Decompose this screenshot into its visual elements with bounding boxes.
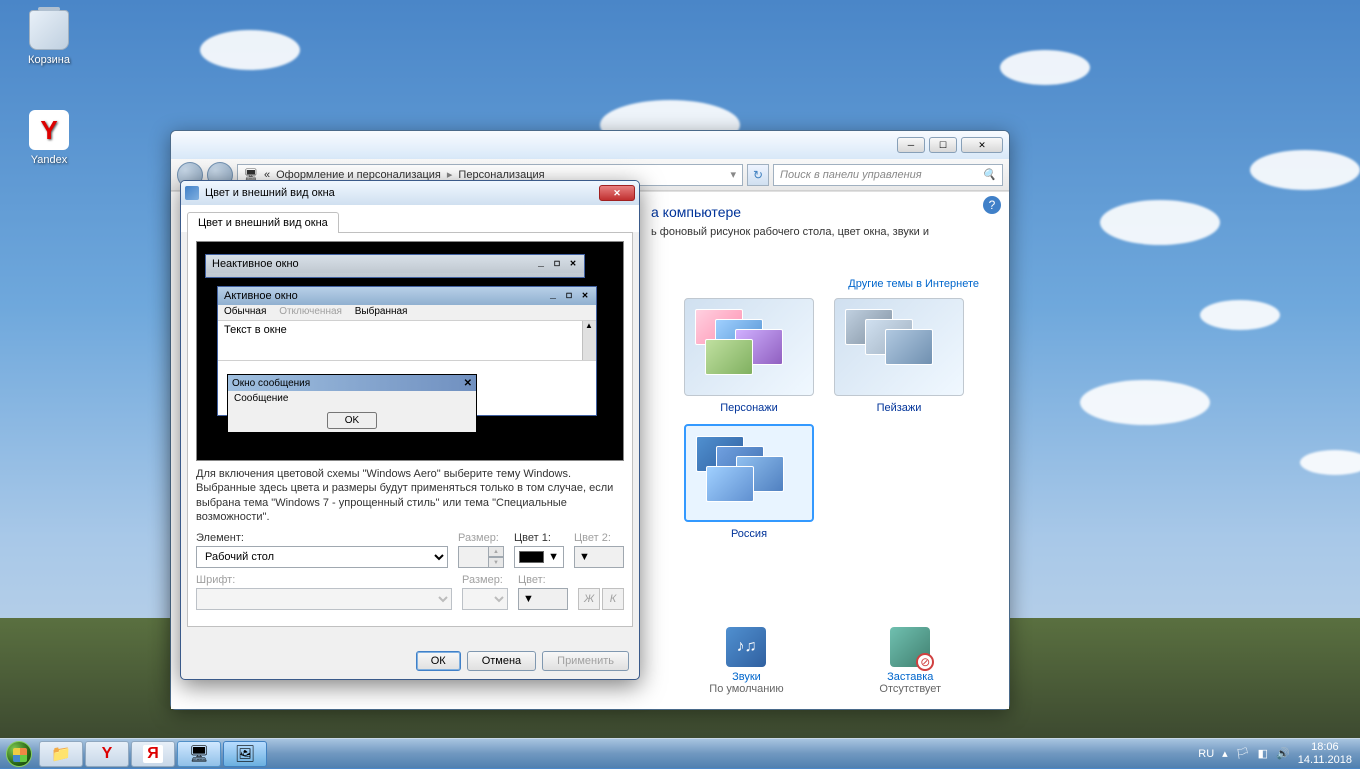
dialog-content: Неактивное окно _ ☐ ✕ Активное окно _ ☐ …	[187, 232, 633, 627]
yandex-icon: Y	[29, 110, 69, 150]
window-controls-icon: _ ☐ ✕	[550, 290, 590, 302]
search-icon: 🔍	[982, 168, 996, 181]
category-screensaver[interactable]: ⊘ Заставка Отсутствует	[879, 627, 941, 695]
preview-messagebox: Окно сообщения ✕ Сообщение OK	[227, 374, 477, 433]
theme-tile[interactable]: Персонажи	[681, 298, 817, 414]
recycle-bin-icon	[29, 10, 69, 50]
note-text: Для включения цветовой схемы "Windows Ae…	[196, 467, 624, 524]
theme-tile-selected[interactable]: Россия	[681, 424, 817, 540]
element-select[interactable]: Рабочий стол	[196, 546, 448, 568]
folder-icon: 📁	[51, 744, 71, 764]
dialog-titlebar[interactable]: Цвет и внешний вид окна ✕	[181, 181, 639, 205]
color1-label: Цвет 1:	[514, 532, 564, 544]
yandex-icon: Я	[143, 745, 163, 763]
page-subheading: ь фоновый рисунок рабочего стола, цвет о…	[651, 226, 989, 238]
breadcrumb-back: «	[264, 169, 270, 181]
taskbar-pinned-yandex[interactable]: Y	[85, 741, 129, 767]
close-button[interactable]: ✕	[961, 137, 1003, 153]
taskbar: 📁 Y Я 🖥 🖼 RU ▴ 🏳 ◧ 🔊 18:06 14.11.2018	[0, 738, 1360, 768]
close-icon: ✕	[464, 378, 472, 389]
fontcolor-select: ▼	[518, 588, 568, 610]
fontcolor-label: Цвет:	[518, 574, 568, 586]
preview-msgbox-ok: OK	[327, 412, 377, 429]
ok-button[interactable]: ОК	[416, 651, 461, 671]
refresh-button[interactable]: ↻	[747, 164, 769, 186]
network-icon[interactable]: ◧	[1258, 747, 1268, 760]
dialog-title: Цвет и внешний вид окна	[205, 187, 599, 199]
help-icon[interactable]: ?	[983, 196, 1001, 214]
windows-logo-icon	[6, 741, 32, 767]
dropdown-icon[interactable]: ▾	[730, 168, 736, 181]
controlpanel-icon: 🖥	[189, 744, 209, 764]
desktop-icon-label: Корзина	[14, 54, 84, 66]
italic-button: К	[602, 588, 624, 610]
theme-label: Персонажи	[681, 402, 817, 414]
system-tray: RU ▴ 🏳 ◧ 🔊 18:06 14.11.2018	[1190, 741, 1360, 765]
tab-appearance[interactable]: Цвет и внешний вид окна	[187, 212, 339, 233]
close-button[interactable]: ✕	[599, 185, 635, 201]
size-stepper: ▲▼	[458, 546, 504, 568]
minimize-button[interactable]: ─	[897, 137, 925, 153]
desktop-icon-recycle-bin[interactable]: Корзина	[14, 10, 84, 66]
desktop-icon-label: Yandex	[14, 154, 84, 166]
window-controls-icon: _ ☐ ✕	[538, 258, 578, 270]
preview-inactive-window: Неактивное окно _ ☐ ✕	[205, 254, 585, 278]
breadcrumb-item[interactable]: Оформление и персонализация	[276, 169, 441, 181]
search-input[interactable]: Поиск в панели управления 🔍	[773, 164, 1003, 186]
preview-active-title: Активное окно	[224, 290, 298, 302]
element-label: Элемент:	[196, 532, 448, 544]
font-select	[196, 588, 452, 610]
bold-button: Ж	[578, 588, 600, 610]
fontsize-label: Размер:	[462, 574, 508, 586]
display-icon: 🖼	[235, 744, 255, 764]
window-titlebar[interactable]: ─ ☐ ✕	[171, 131, 1009, 159]
preview-msgbox-title: Окно сообщения	[232, 378, 310, 389]
preview-inactive-title: Неактивное окно	[212, 258, 299, 270]
breadcrumb-item[interactable]: Персонализация	[458, 169, 544, 181]
fontsize-select	[462, 588, 508, 610]
maximize-button[interactable]: ☐	[929, 137, 957, 153]
yandex-icon: Y	[102, 745, 113, 763]
category-sounds[interactable]: ♪♫ Звуки По умолчанию	[709, 627, 783, 695]
clock[interactable]: 18:06 14.11.2018	[1298, 741, 1352, 765]
taskbar-pinned-explorer[interactable]: 📁	[39, 741, 83, 767]
cancel-button[interactable]: Отмена	[467, 651, 536, 671]
volume-icon[interactable]: 🔊	[1276, 747, 1290, 760]
desktop-icon-yandex[interactable]: Y Yandex	[14, 110, 84, 166]
theme-label: Пейзажи	[831, 402, 967, 414]
flag-icon[interactable]: 🏳	[1236, 747, 1250, 760]
theme-label: Россия	[681, 528, 817, 540]
more-themes-link[interactable]: Другие темы в Интернете	[651, 278, 989, 290]
theme-tile[interactable]: Пейзажи	[831, 298, 967, 414]
preview-msgbox-body: Сообщение	[228, 391, 476, 407]
scrollbar-icon	[582, 321, 596, 360]
appearance-dialog: Цвет и внешний вид окна ✕ Цвет и внешний…	[180, 180, 640, 680]
taskbar-app-controlpanel[interactable]: 🖥	[177, 741, 221, 767]
color2-label: Цвет 2:	[574, 532, 624, 544]
preview-menu: Обычная Отключенная Выбранная	[218, 305, 596, 321]
color2-select: ▼	[574, 546, 624, 568]
size-label: Размер:	[458, 532, 504, 544]
preview-textarea: Текст в окне	[218, 321, 596, 361]
dialog-icon	[185, 186, 199, 200]
lang-indicator[interactable]: RU	[1198, 748, 1214, 760]
sounds-icon: ♪♫	[726, 627, 766, 667]
apply-button[interactable]: Применить	[542, 651, 629, 671]
taskbar-app-appearance[interactable]: 🖼	[223, 741, 267, 767]
start-button[interactable]	[0, 739, 38, 769]
screensaver-icon: ⊘	[890, 627, 930, 667]
color1-select[interactable]: ▼	[514, 546, 564, 568]
preview-pane: Неактивное окно _ ☐ ✕ Активное окно _ ☐ …	[196, 241, 624, 461]
font-label: Шрифт:	[196, 574, 452, 586]
page-heading: а компьютере	[651, 204, 989, 220]
taskbar-pinned-yandex2[interactable]: Я	[131, 741, 175, 767]
tray-chevron-icon[interactable]: ▴	[1222, 747, 1228, 760]
